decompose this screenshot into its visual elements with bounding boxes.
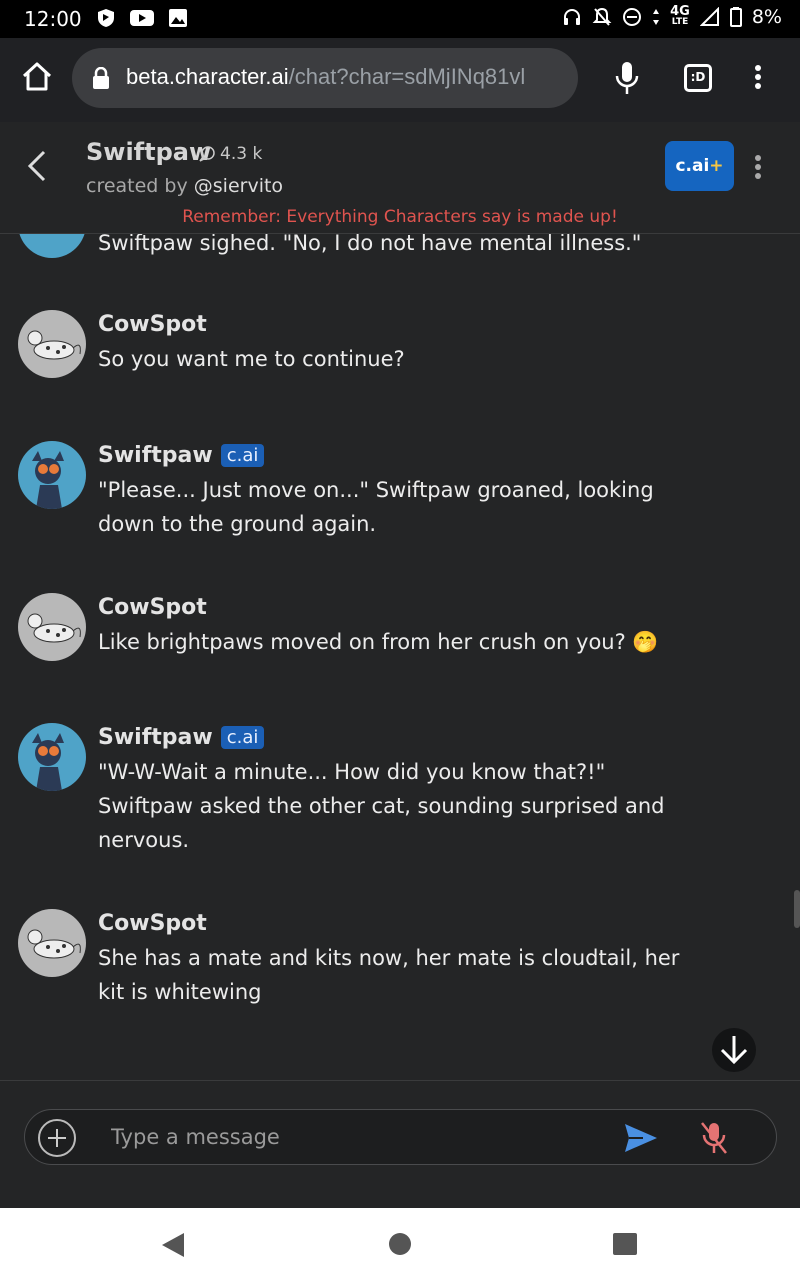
chat-count-value: 4.3 k [220, 144, 263, 164]
url-domain: beta.character.ai [126, 64, 289, 89]
home-icon[interactable] [20, 60, 54, 94]
nav-home-icon[interactable] [389, 1233, 411, 1255]
back-arrow-icon[interactable] [24, 148, 52, 184]
scrollbar-thumb[interactable] [794, 890, 800, 928]
nav-recents-icon[interactable] [613, 1233, 637, 1255]
author-name: CowSpot [98, 312, 207, 337]
chat-count: 4.3 k [198, 144, 262, 164]
cowspot-avatar[interactable] [18, 909, 86, 977]
disclaimer: Remember: Everything Characters say is m… [182, 207, 618, 227]
message-text: Swiftpaw sighed. "No, I do not have ment… [98, 234, 642, 255]
arrow-down-icon [720, 1036, 748, 1065]
status-bar: 12:00 4G LTE 8% [0, 0, 800, 38]
youtube-icon [130, 10, 154, 26]
system-nav-bar [0, 1208, 800, 1280]
send-icon[interactable] [623, 1122, 659, 1154]
swiftpaw-avatar[interactable] [18, 441, 86, 509]
cowspot-avatar[interactable] [18, 593, 86, 661]
message-text: "W-W-Wait a minute... How did you know t… [98, 760, 665, 852]
message-text: She has a mate and kits now, her mate is… [98, 946, 680, 1004]
character-name[interactable]: Swiftpaw [86, 138, 211, 166]
scroll-to-bottom-button[interactable] [712, 1028, 756, 1072]
url-path: /chat?char=sdMjINq81vl [288, 64, 526, 89]
cai-plus-label: c.ai [675, 156, 710, 176]
lock-icon [93, 67, 109, 89]
chat-header: Swiftpaw 4.3 k created by @siervito c.ai… [0, 122, 800, 234]
message-author: Swiftpaw c.ai [98, 725, 265, 750]
shield-icon [98, 9, 114, 27]
message-text: "Please... Just move on..." Swiftpaw gro… [98, 478, 654, 536]
cai-badge: c.ai [220, 726, 265, 749]
add-icon[interactable] [38, 1119, 76, 1157]
created-by: created by @siervito [86, 175, 283, 197]
message-author: CowSpot [98, 595, 207, 620]
swiftpaw-avatar[interactable] [18, 723, 86, 791]
headphones-icon [564, 9, 581, 25]
notifications-off-icon [592, 7, 612, 26]
message-input-box [24, 1109, 777, 1165]
mic-off-icon[interactable] [699, 1120, 729, 1156]
composer [0, 1080, 800, 1208]
network-type: 4G [670, 4, 690, 19]
message-text: Like brightpaws moved on from her crush … [98, 630, 659, 654]
message-author: Swiftpaw c.ai [98, 443, 265, 468]
cowspot-avatar[interactable] [18, 310, 86, 378]
image-icon [169, 9, 187, 27]
message-list[interactable]: Swiftpaw sighed. "No, I do not have ment… [0, 234, 800, 1080]
creator-handle[interactable]: @siervito [194, 175, 283, 197]
swiftpaw-avatar[interactable] [18, 234, 86, 258]
chat-options-icon[interactable] [748, 152, 768, 184]
browser-menu-icon[interactable] [748, 62, 768, 94]
cai-badge: c.ai [220, 444, 265, 467]
dnd-icon [623, 8, 642, 26]
url-text: beta.character.ai/chat?char=sdMjINq81vl [126, 64, 525, 90]
tab-switcher-button[interactable]: :D [684, 64, 712, 92]
message-input[interactable] [111, 1118, 591, 1156]
address-bar[interactable]: beta.character.ai/chat?char=sdMjINq81vl [72, 48, 578, 108]
created-by-prefix: created by [86, 175, 188, 197]
author-name: CowSpot [98, 595, 207, 620]
cai-plus-button[interactable]: c.ai+ [665, 141, 734, 191]
battery-icon [729, 7, 742, 27]
author-name: Swiftpaw [98, 725, 213, 750]
message-author: CowSpot [98, 312, 207, 337]
message-author: CowSpot [98, 911, 207, 936]
browser-toolbar: beta.character.ai/chat?char=sdMjINq81vl … [0, 38, 800, 122]
cai-plus-symbol: + [709, 156, 724, 176]
battery-percent: 8% [751, 6, 782, 28]
chat-bubble-icon [199, 146, 215, 162]
message-text: So you want me to continue? [98, 347, 405, 371]
network-sub: LTE [671, 17, 689, 27]
microphone-icon[interactable] [612, 60, 642, 96]
signal-icon [699, 7, 719, 26]
status-time: 12:00 [24, 7, 82, 31]
author-name: Swiftpaw [98, 443, 213, 468]
author-name: CowSpot [98, 911, 207, 936]
nav-back-icon[interactable] [160, 1232, 186, 1258]
data-arrows-icon [653, 9, 660, 25]
